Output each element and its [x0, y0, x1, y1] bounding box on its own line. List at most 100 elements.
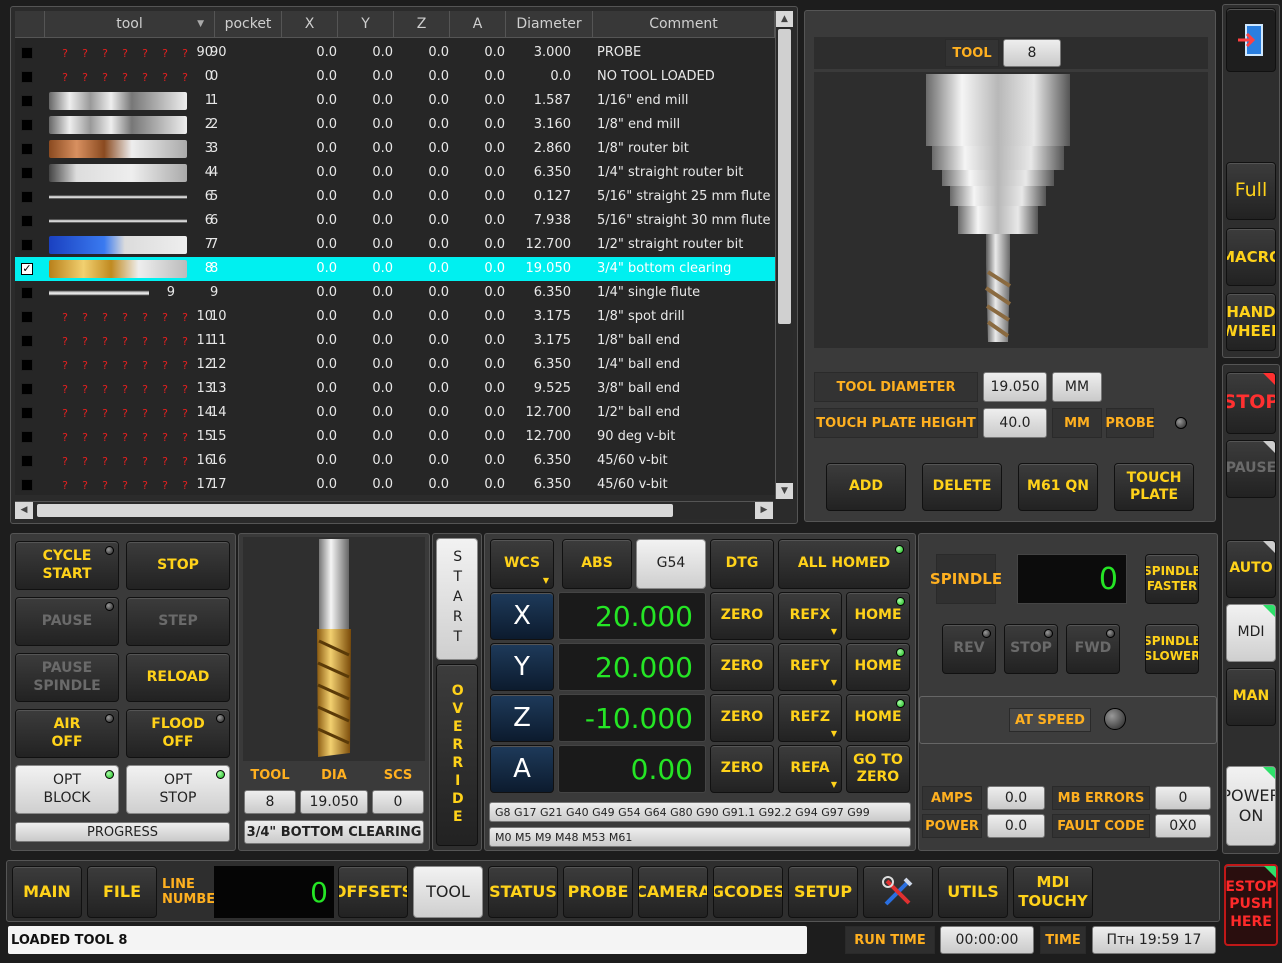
row-checkbox[interactable]	[21, 47, 33, 59]
zero-z-button[interactable]: ZERO	[710, 694, 774, 742]
cycle-stop-button[interactable]: STOP	[126, 541, 230, 590]
tab-status[interactable]: STATUS	[488, 866, 558, 918]
override-button[interactable]: OVERRIDE	[436, 664, 478, 846]
stop-button[interactable]: STOP	[1226, 372, 1276, 434]
row-checkbox[interactable]	[21, 383, 33, 395]
row-checkbox[interactable]	[21, 239, 33, 251]
spindle-rev-button[interactable]: REV	[942, 624, 996, 674]
table-row[interactable]: ??????? 13 13 0.0 0.0 0.0 0.0 9.525 3/8" ball en…	[15, 377, 775, 401]
step-button[interactable]: STEP	[126, 597, 230, 646]
table-row[interactable]: 7 7 0.0 0.0 0.0 0.0 12.700 1/2" straight router…	[15, 233, 775, 257]
man-button[interactable]: MAN	[1226, 668, 1276, 726]
spindle-slower-button[interactable]: SPINDLE SLOWER	[1145, 624, 1199, 674]
add-tool-button[interactable]: ADD	[826, 463, 906, 511]
home-x-button[interactable]: HOME	[846, 592, 910, 640]
row-checkbox[interactable]: ✓	[21, 263, 33, 275]
table-row[interactable]: ??????? 16 16 0.0 0.0 0.0 0.0 6.350 45/60 v-bit	[15, 449, 775, 473]
table-row[interactable]: ??????? 14 14 0.0 0.0 0.0 0.0 12.700 1/2" ball e…	[15, 401, 775, 425]
row-checkbox[interactable]	[21, 119, 33, 131]
ref-a-button[interactable]: REFA ▼	[778, 745, 842, 793]
tool-table[interactable]: tool ▼ pocket X Y Z A Diameter Comment ??…	[15, 11, 775, 495]
air-off-button[interactable]: AIR OFF	[15, 709, 119, 758]
tab-probe[interactable]: PROBE	[563, 866, 633, 918]
row-checkbox[interactable]	[21, 335, 33, 347]
row-checkbox[interactable]	[21, 215, 33, 227]
row-checkbox[interactable]	[21, 71, 33, 83]
row-checkbox[interactable]	[21, 167, 33, 179]
tab-tool[interactable]: TOOL	[413, 866, 483, 918]
row-checkbox[interactable]	[21, 143, 33, 155]
table-row[interactable]: ??????? 90 90 0.0 0.0 0.0 0.0 3.000 PROBE	[15, 41, 775, 65]
tab-camera[interactable]: CAMERA	[638, 866, 708, 918]
tab-main[interactable]: MAIN	[12, 866, 82, 918]
ref-y-button[interactable]: REFY ▼	[778, 643, 842, 691]
ref-z-button[interactable]: REFZ ▼	[778, 694, 842, 742]
row-checkbox[interactable]	[21, 95, 33, 107]
ref-x-button[interactable]: REFX ▼	[778, 592, 842, 640]
dtg-button[interactable]: DTG	[710, 539, 774, 589]
wcs-button[interactable]: WCS ▼	[490, 539, 554, 589]
row-checkbox[interactable]	[21, 455, 33, 467]
scroll-right-icon[interactable]: ▶	[755, 502, 773, 519]
abs-button[interactable]: ABS	[562, 539, 632, 589]
zero-a-button[interactable]: ZERO	[710, 745, 774, 793]
table-row[interactable]: 9 9 0.0 0.0 0.0 0.0 6.350 1/4" single flute	[15, 281, 775, 305]
horizontal-scroll-thumb[interactable]	[37, 504, 673, 517]
header-pocket[interactable]: pocket	[215, 11, 282, 38]
auto-button[interactable]: AUTO	[1226, 540, 1276, 598]
tab-gcodes[interactable]: GCODES	[713, 866, 783, 918]
axis-z-button[interactable]: Z	[490, 694, 554, 742]
zero-y-button[interactable]: ZERO	[710, 643, 774, 691]
g54-button[interactable]: G54	[636, 539, 706, 589]
all-homed-button[interactable]: ALL HOMED	[778, 539, 910, 589]
opt-stop-button[interactable]: OPT STOP	[126, 765, 230, 814]
tab-setup[interactable]: SETUP	[788, 866, 858, 918]
header-diameter[interactable]: Diameter	[506, 11, 593, 38]
macro-button[interactable]: MACRO	[1226, 228, 1276, 286]
table-row[interactable]: ??????? 10 10 0.0 0.0 0.0 0.0 3.175 1/8" spot dr…	[15, 305, 775, 329]
scroll-down-icon[interactable]: ▼	[776, 483, 793, 499]
flood-off-button[interactable]: FLOOD OFF	[126, 709, 230, 758]
home-y-button[interactable]: HOME	[846, 643, 910, 691]
header-tool[interactable]: tool ▼	[45, 11, 215, 38]
row-checkbox[interactable]	[21, 479, 33, 491]
spindle-stop-button[interactable]: STOP	[1004, 624, 1058, 674]
start-button[interactable]: START	[436, 538, 478, 660]
tab-file[interactable]: FILE	[87, 866, 157, 918]
table-row[interactable]: ??????? 12 12 0.0 0.0 0.0 0.0 6.350 1/4" ball en…	[15, 353, 775, 377]
tool-diameter-field[interactable]: 19.050	[983, 372, 1047, 402]
tool-number-field[interactable]: 8	[1003, 39, 1061, 67]
table-row[interactable]: ??????? 0 0 0.0 0.0 0.0 0.0 0.0 NO TOOL LOADED	[15, 65, 775, 89]
scroll-left-icon[interactable]: ◀	[15, 502, 33, 519]
table-row[interactable]: ??????? 15 15 0.0 0.0 0.0 0.0 12.700 90 deg v-bi…	[15, 425, 775, 449]
table-row[interactable]: 1 1 0.0 0.0 0.0 0.0 1.587 1/16" end mill	[15, 89, 775, 113]
row-checkbox[interactable]	[21, 407, 33, 419]
horizontal-scrollbar[interactable]: ◀ ▶	[15, 501, 773, 519]
spindle-faster-button[interactable]: SPINDLE FASTER	[1145, 554, 1199, 604]
row-checkbox[interactable]	[21, 431, 33, 443]
axis-x-button[interactable]: X	[490, 592, 554, 640]
table-row[interactable]: ✓ 8 8 0.0 0.0 0.0 0.0 19.050 3/4" bottom clearin…	[15, 257, 775, 281]
full-button[interactable]: Full	[1226, 162, 1276, 220]
tab-mdi-touchy[interactable]: MDI TOUCHY	[1013, 866, 1093, 918]
axis-y-button[interactable]: Y	[490, 643, 554, 691]
table-row[interactable]: 6 6 0.0 0.0 0.0 0.0 7.938 5/16" straight 30 mm …	[15, 209, 775, 233]
pause-button[interactable]: PAUSE	[1226, 440, 1276, 498]
reload-button[interactable]: RELOAD	[126, 653, 230, 702]
table-row[interactable]: 4 4 0.0 0.0 0.0 0.0 6.350 1/4" straight router …	[15, 161, 775, 185]
vertical-scroll-thumb[interactable]	[778, 29, 791, 324]
touch-plate-button[interactable]: TOUCH PLATE	[1114, 463, 1194, 511]
table-row[interactable]: ??????? 17 17 0.0 0.0 0.0 0.0 6.350 45/60 v-bit	[15, 473, 775, 495]
home-z-button[interactable]: HOME	[846, 694, 910, 742]
row-checkbox[interactable]	[21, 191, 33, 203]
zero-x-button[interactable]: ZERO	[710, 592, 774, 640]
table-row[interactable]: 2 2 0.0 0.0 0.0 0.0 3.160 1/8" end mill	[15, 113, 775, 137]
m61-qn-button[interactable]: M61 QN	[1018, 463, 1098, 511]
header-x[interactable]: X	[282, 11, 338, 38]
table-row[interactable]: 6 5 0.0 0.0 0.0 0.0 0.127 5/16" straight 25 mm …	[15, 185, 775, 209]
axis-a-button[interactable]: A	[490, 745, 554, 793]
spindle-fwd-button[interactable]: FWD	[1066, 624, 1120, 674]
touch-plate-height-field[interactable]: 40.0	[983, 408, 1047, 438]
power-on-button[interactable]: POWER ON	[1226, 766, 1276, 846]
tools-settings-button[interactable]	[863, 866, 933, 918]
